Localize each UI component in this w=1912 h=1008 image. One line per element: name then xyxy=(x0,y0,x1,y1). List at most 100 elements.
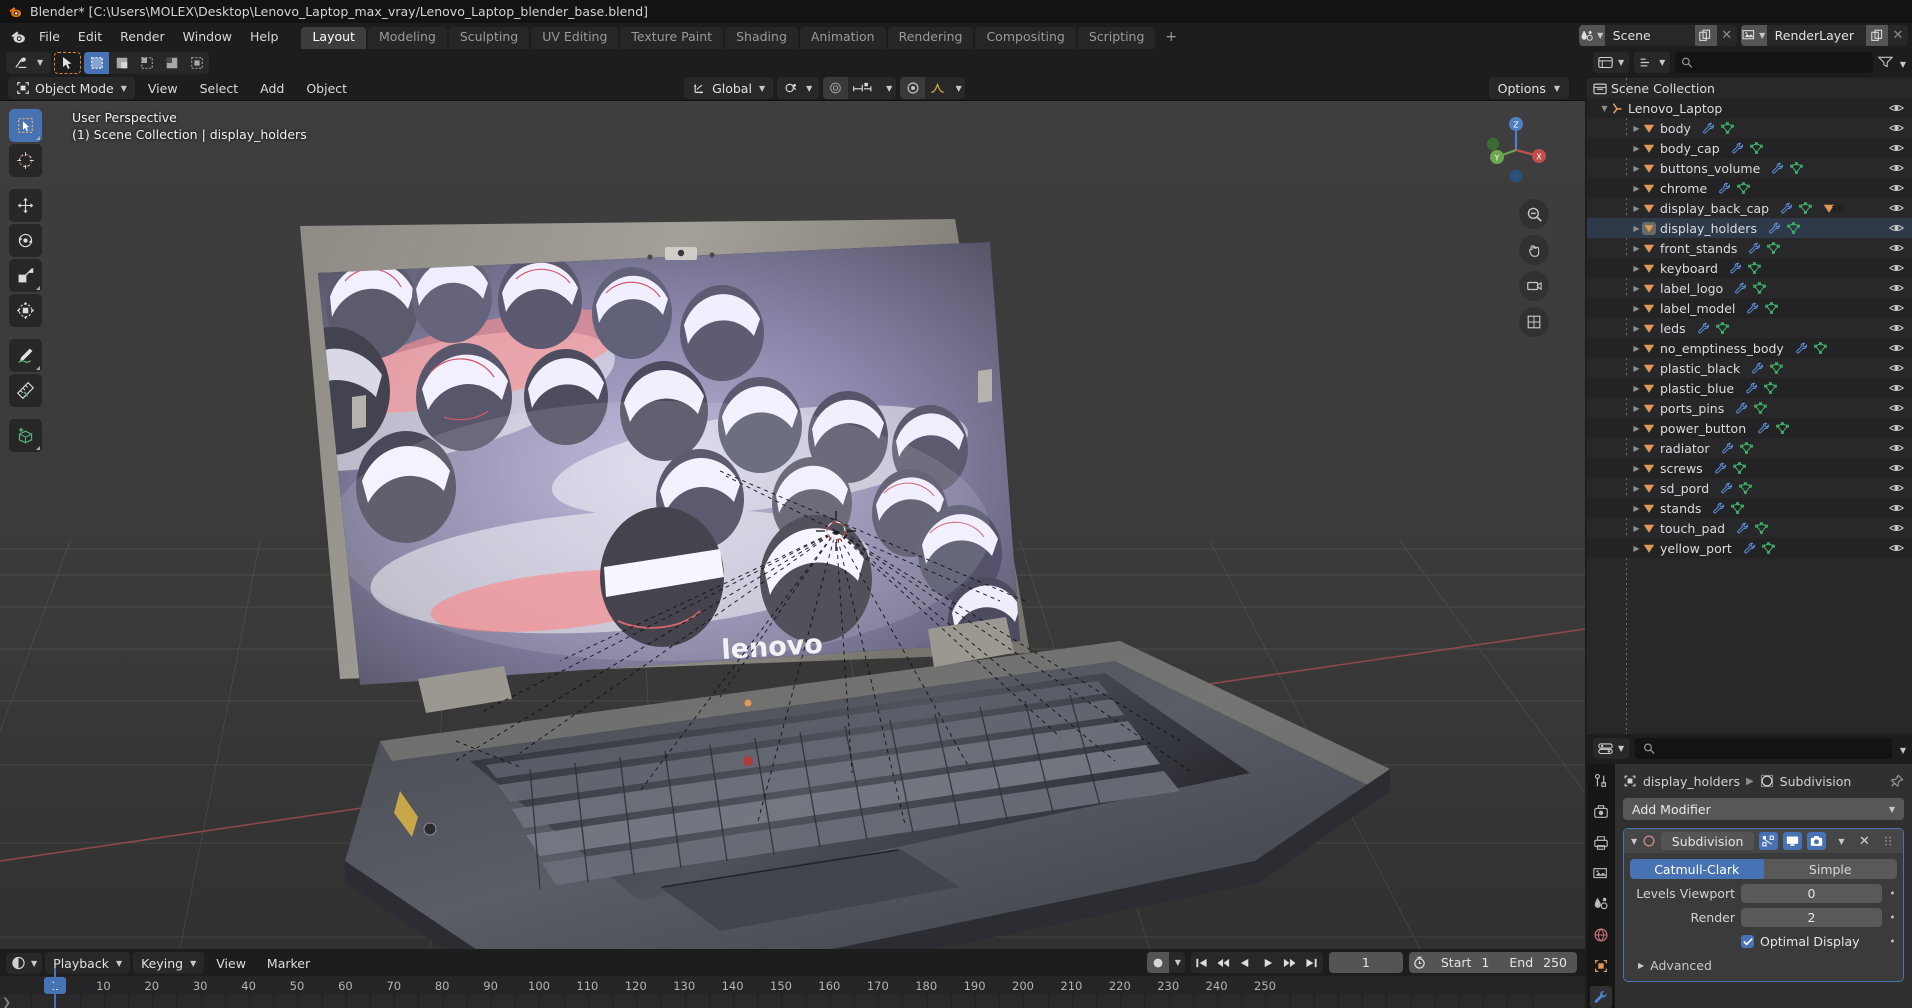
modifier-icon[interactable] xyxy=(1734,282,1747,294)
modifier-icon[interactable] xyxy=(1768,222,1781,234)
zoom-view-icon[interactable] xyxy=(1519,199,1549,229)
scene-name[interactable]: Scene xyxy=(1605,25,1695,46)
tab-scripting[interactable]: Scripting xyxy=(1077,27,1156,49)
mesh-data-icon[interactable] xyxy=(1755,522,1768,534)
outliner-item-screws[interactable]: ▶ screws xyxy=(1587,458,1912,478)
chevron-right-icon[interactable]: ▶ xyxy=(1631,384,1642,393)
outliner-collection-row[interactable]: ▼ Lenovo_Laptop xyxy=(1587,98,1912,118)
editor-type-selector[interactable]: ▼ xyxy=(1593,52,1630,73)
tool-annotate[interactable] xyxy=(9,339,42,372)
outliner-item-plastic_black[interactable]: ▶ plastic_black xyxy=(1587,358,1912,378)
modifier-icon[interactable] xyxy=(1697,322,1710,334)
eye-icon[interactable] xyxy=(1889,182,1904,194)
properties-editor-type-selector[interactable]: ▼ xyxy=(1593,738,1630,759)
mesh-data-icon[interactable] xyxy=(1776,422,1789,434)
jump-to-start-button[interactable] xyxy=(1191,952,1213,973)
add-workspace-button[interactable]: + xyxy=(1157,25,1185,49)
pin-icon[interactable] xyxy=(1890,774,1904,788)
chevron-right-icon[interactable]: ▶ xyxy=(1631,464,1642,473)
mesh-object-icon[interactable] xyxy=(1642,542,1656,555)
mesh-object-icon[interactable] xyxy=(1642,221,1656,235)
outliner-item-stands[interactable]: ▶ stands xyxy=(1587,498,1912,518)
chevron-right-icon[interactable]: ▶ xyxy=(1631,324,1642,333)
mesh-object-icon[interactable] xyxy=(1642,362,1656,375)
outliner-item-display_back_cap[interactable]: ▶ display_back_cap 10 xyxy=(1587,198,1912,218)
menu-window[interactable]: Window xyxy=(174,26,241,47)
mesh-data-icon[interactable] xyxy=(1767,242,1781,254)
chevron-down-icon[interactable]: ▼ xyxy=(1631,837,1637,846)
properties-options-icon[interactable]: ▼ xyxy=(1898,741,1906,756)
modifier-icon[interactable] xyxy=(1729,262,1742,274)
chevron-down-icon[interactable]: ▼ xyxy=(1599,104,1610,113)
mesh-data-icon[interactable] xyxy=(1787,222,1800,234)
outliner-options-icon[interactable]: ▼ xyxy=(1898,55,1906,70)
mesh-data-icon[interactable] xyxy=(1799,202,1812,214)
new-viewlayer-button[interactable] xyxy=(1866,25,1888,46)
eye-icon[interactable] xyxy=(1889,282,1904,294)
tab-view-layer-properties[interactable] xyxy=(1590,863,1612,885)
chevron-right-icon[interactable]: ▶ xyxy=(1631,164,1642,173)
eye-icon[interactable] xyxy=(1889,302,1904,314)
eye-icon[interactable] xyxy=(1889,322,1904,334)
viewport-options-button[interactable]: Options ▼ xyxy=(1488,77,1569,99)
timeline-editor-type-selector[interactable]: ▼ xyxy=(6,952,43,974)
tab-modifier-properties[interactable] xyxy=(1590,986,1612,1008)
viewport-menu-add[interactable]: Add xyxy=(251,77,293,99)
eye-icon[interactable] xyxy=(1889,362,1904,374)
render-levels-value[interactable]: 2 xyxy=(1741,908,1882,927)
blender-app-menu-icon[interactable] xyxy=(6,25,30,47)
modifier-icon[interactable] xyxy=(1748,242,1761,254)
mesh-object-icon[interactable] xyxy=(1642,382,1656,395)
mesh-data-icon[interactable] xyxy=(1813,342,1827,354)
transform-pivot-selector[interactable]: ▼ xyxy=(6,51,52,74)
tool-rotate[interactable] xyxy=(9,224,42,257)
tab-scene-properties[interactable] xyxy=(1590,894,1612,916)
mesh-data-icon[interactable] xyxy=(1749,142,1763,154)
modifier-icon[interactable] xyxy=(1702,122,1715,134)
timeline-playhead-line[interactable] xyxy=(54,968,56,1008)
tab-compositing[interactable]: Compositing xyxy=(975,27,1076,49)
select-subtract-icon[interactable] xyxy=(134,52,159,74)
modifier-show-in-viewport-icon[interactable] xyxy=(1783,832,1802,850)
end-frame-field[interactable]: End 250 xyxy=(1499,952,1577,973)
mesh-object-icon[interactable] xyxy=(1642,182,1656,195)
transform-orientation-selector[interactable]: Global ▼ xyxy=(684,77,774,99)
eye-icon[interactable] xyxy=(1889,342,1904,354)
tool-cursor[interactable] xyxy=(9,144,42,177)
breadcrumb-modifier-name[interactable]: Subdivision xyxy=(1780,774,1852,789)
outliner-item-no_emptiness_body[interactable]: ▶ no_emptiness_body xyxy=(1587,338,1912,358)
modifier-delete-icon[interactable]: ✕ xyxy=(1855,832,1874,850)
render-levels-animate-dot[interactable]: • xyxy=(1888,911,1897,924)
eye-icon[interactable] xyxy=(1889,202,1904,214)
modifier-name-field[interactable]: Subdivision xyxy=(1661,832,1754,850)
chevron-right-icon[interactable]: ▶ xyxy=(1631,144,1642,153)
chevron-right-icon[interactable]: ▶ xyxy=(1631,504,1642,513)
modifier-drag-handle[interactable] xyxy=(1879,832,1898,850)
mesh-object-icon[interactable] xyxy=(1642,482,1656,495)
outliner-search-input[interactable] xyxy=(1675,52,1873,73)
outliner-item-ports_pins[interactable]: ▶ ports_pins xyxy=(1587,398,1912,418)
chevron-right-icon[interactable]: ▶ xyxy=(1631,444,1642,453)
chevron-right-icon[interactable]: ▶ xyxy=(1631,344,1642,353)
outliner-item-radiator[interactable]: ▶ radiator xyxy=(1587,438,1912,458)
outliner-item-touch_pad[interactable]: ▶ touch_pad xyxy=(1587,518,1912,538)
modifier-icon[interactable] xyxy=(1721,442,1734,454)
timeline-playback-menu[interactable]: Playback ▼ xyxy=(45,952,131,974)
subdivision-catmull-clark-button[interactable]: Catmull-Clark xyxy=(1630,859,1764,879)
chevron-right-icon[interactable]: ▶ xyxy=(1631,184,1642,193)
modifier-render-toggle-icon[interactable] xyxy=(1807,832,1826,850)
select-set-icon[interactable] xyxy=(84,51,110,74)
tool-scale[interactable] xyxy=(9,259,42,292)
timeline-ruler[interactable]: 10 20 30 40 50 60 70 80 90 100 110 120 130 140 150 160 1… xyxy=(0,976,1585,995)
proportional-falloff-toggle[interactable] xyxy=(900,77,926,99)
levels-viewport-value[interactable]: 0 xyxy=(1741,884,1882,903)
mesh-data-icon[interactable] xyxy=(1732,462,1746,474)
outliner-item-yellow_port[interactable]: ▶ yellow_port xyxy=(1587,538,1912,558)
tool-add-cube[interactable] xyxy=(9,419,42,452)
optimal-display-animate-dot[interactable]: • xyxy=(1888,935,1897,948)
tool-tweak-select-box[interactable] xyxy=(9,109,42,142)
move-view-icon[interactable] xyxy=(1519,235,1549,265)
chevron-right-icon[interactable]: ▶ xyxy=(1631,204,1642,213)
mesh-object-icon[interactable] xyxy=(1642,142,1656,155)
menu-help[interactable]: Help xyxy=(241,26,288,47)
